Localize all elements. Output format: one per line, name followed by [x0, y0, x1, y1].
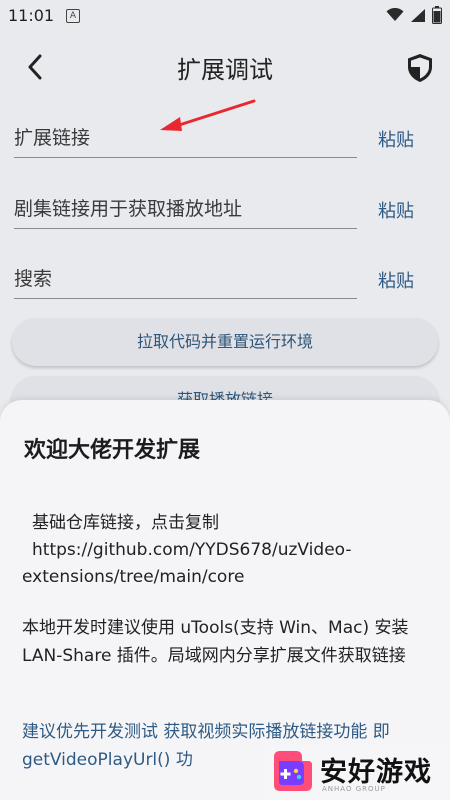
app-bar: 扩展调试 — [0, 32, 450, 102]
watermark-subtext: ANHAO GROUP — [322, 785, 386, 793]
wifi-icon — [386, 8, 404, 21]
sheet-title: 欢迎大佬开发扩展 — [24, 438, 201, 463]
paste-search-button[interactable]: 粘贴 — [378, 267, 414, 293]
paste-extension-link-button[interactable]: 粘贴 — [378, 126, 414, 152]
search-input[interactable]: 搜索 — [14, 258, 357, 299]
watermark-logo: 安好游戏 ANHAO GROUP — [262, 744, 448, 798]
shield-icon[interactable] — [404, 52, 436, 84]
watermark-text: 安好游戏 — [320, 757, 432, 788]
game-controller-icon — [274, 751, 312, 791]
repo-link-label: 基础仓库链接，点击复制 — [32, 513, 219, 533]
local-dev-text: 本地开发时建议使用 uTools(支持 Win、Mac) 安装 LAN-Shar… — [22, 618, 409, 666]
paste-episode-link-button[interactable]: 粘贴 — [378, 197, 414, 223]
page-title: 扩展调试 — [177, 56, 273, 84]
notification-icon: A — [66, 9, 80, 23]
episode-link-input[interactable]: 剧集链接用于获取播放地址 — [14, 188, 357, 229]
extension-link-label: 扩展链接 — [14, 127, 91, 149]
red-arrow-annotation — [160, 99, 256, 131]
search-label: 搜索 — [14, 268, 53, 290]
signal-icon — [411, 9, 425, 22]
episode-link-label: 剧集链接用于获取播放地址 — [14, 198, 243, 220]
pull-code-button[interactable]: 拉取代码并重置运行环境 — [12, 318, 438, 366]
battery-icon — [432, 6, 442, 24]
status-bar: 11:01 A — [0, 0, 450, 32]
repo-link-block[interactable]: 基础仓库链接，点击复制 https://github.com/YYDS678/u… — [22, 510, 428, 591]
welcome-bottom-sheet: 欢迎大佬开发扩展 基础仓库链接，点击复制 https://github.com/… — [0, 400, 450, 800]
status-time: 11:01 — [8, 6, 55, 25]
repo-url-link[interactable]: https://github.com/YYDS678/uzVideo-exten… — [22, 540, 352, 587]
